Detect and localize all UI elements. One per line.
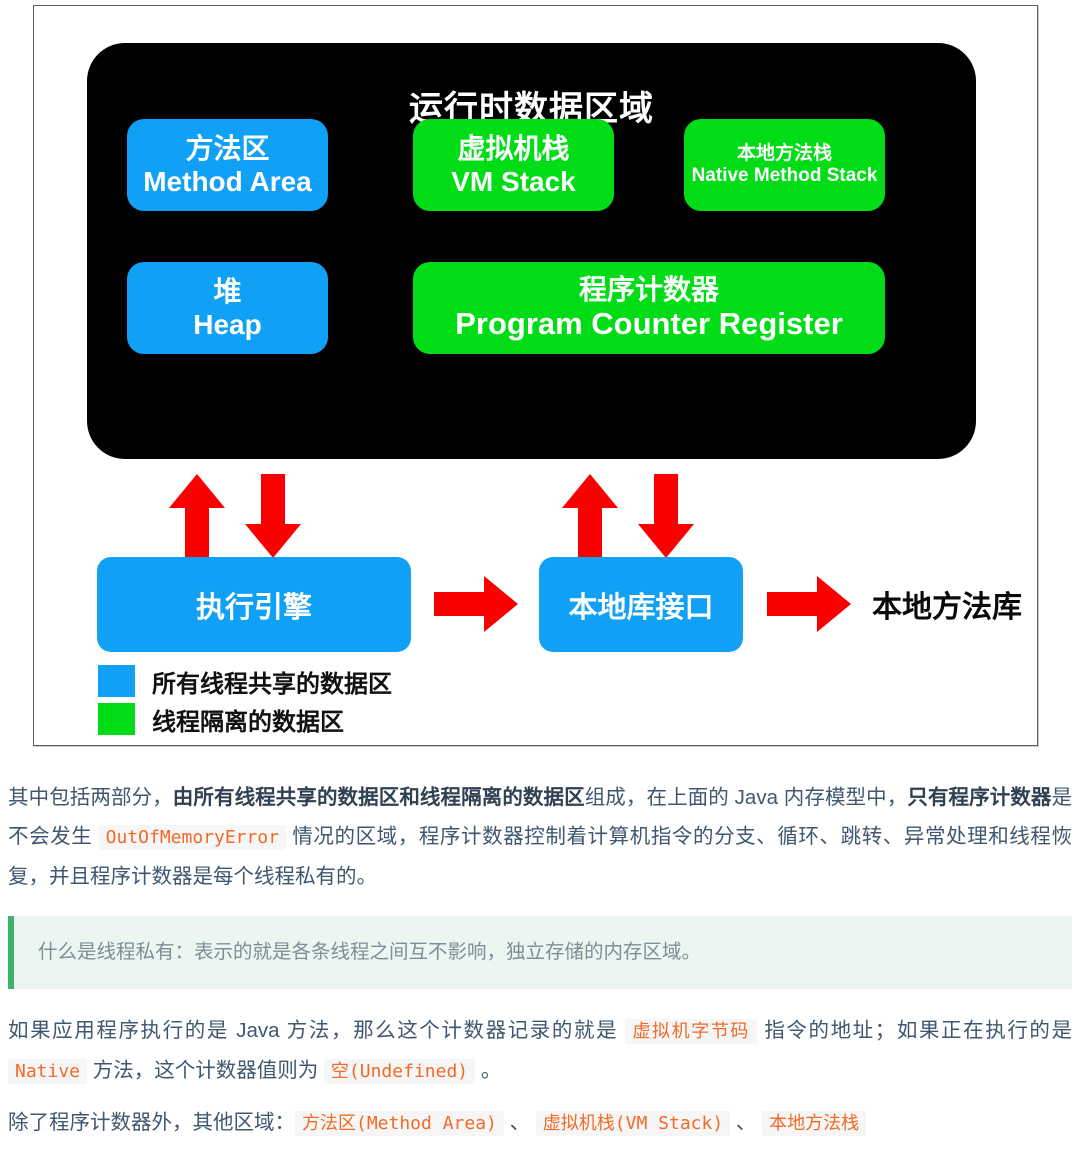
legend-item-shared: 所有线程共享的数据区 (98, 665, 392, 698)
memory-box-method-area: 方法区 Method Area (127, 119, 328, 211)
memory-box-program-counter: 程序计数器 Program Counter Register (413, 262, 885, 354)
legend: 所有线程共享的数据区 线程隔离的数据区 (98, 665, 392, 741)
memory-box-vm-stack-en: VM Stack (451, 166, 576, 197)
memory-box-method-area-en: Method Area (143, 166, 312, 197)
arrow-down-icon (245, 474, 301, 558)
p3-text-2: 、 (503, 1111, 536, 1135)
memory-box-native-method-stack-cn: 本地方法栈 (736, 142, 832, 164)
legend-item-isolated: 线程隔离的数据区 (98, 703, 392, 736)
legend-label-shared: 所有线程共享的数据区 (152, 670, 392, 698)
paragraph-1: 其中包括两部分，由所有线程共享的数据区和线程隔离的数据区组成，在上面的 Java… (8, 778, 1072, 896)
box-native-library-interface: 本地库接口 (539, 557, 743, 652)
diagram-figure: 运行时数据区域 方法区 Method Area 虚拟机栈 VM Stack 本地… (33, 5, 1038, 746)
callout-thread-private: 什么是线程私有：表示的就是各条线程之间互不影响，独立存储的内存区域。 (8, 916, 1072, 990)
arrow-right-icon (767, 576, 851, 632)
p2-text-2: 指令的地址；如果正在执行的是 (757, 1019, 1073, 1043)
article-body: 其中包括两部分，由所有线程共享的数据区和线程隔离的数据区组成，在上面的 Java… (8, 778, 1072, 1155)
code-method-area: 方法区(Method Area) (295, 1111, 504, 1137)
p2-text-4: 。 (475, 1059, 502, 1083)
p3-text-1: 除了程序计数器外，其他区域： (8, 1111, 295, 1135)
legend-swatch-isolated-icon (98, 703, 135, 735)
diagram-canvas: 运行时数据区域 方法区 Method Area 虚拟机栈 VM Stack 本地… (34, 6, 1037, 745)
arrow-up-icon (562, 474, 618, 558)
label-native-method-library: 本地方法库 (872, 591, 1022, 624)
code-native-method-stack: 本地方法栈 (762, 1111, 867, 1137)
arrow-right-icon (434, 576, 518, 632)
memory-box-native-method-stack-en: Native Method Stack (691, 165, 878, 186)
memory-box-heap-en: Heap (193, 309, 262, 340)
arrow-up-icon (169, 474, 225, 558)
p1-bold-1: 由所有线程共享的数据区和线程隔离的数据区 (172, 786, 585, 809)
legend-label-isolated: 线程隔离的数据区 (152, 708, 344, 736)
memory-box-native-method-stack: 本地方法栈 Native Method Stack (684, 119, 885, 211)
memory-box-heap: 堆 Heap (127, 262, 328, 354)
code-bytecode: 虚拟机字节码 (625, 1019, 758, 1045)
paragraph-2: 如果应用程序执行的是 Java 方法，那么这个计数器记录的就是 虚拟机字节码 指… (8, 1011, 1072, 1091)
memory-box-vm-stack-cn: 虚拟机栈 (457, 132, 570, 164)
p3-text-3: 、 (730, 1111, 763, 1135)
memory-box-heap-cn: 堆 (213, 275, 242, 307)
p2-text-3: 方法，这个计数器值则为 (87, 1059, 324, 1083)
arrow-down-icon (638, 474, 694, 558)
p1-bold-2: 只有程序计数器 (907, 786, 1052, 809)
memory-box-vm-stack: 虚拟机栈 VM Stack (413, 119, 614, 211)
runtime-data-area-panel: 运行时数据区域 (87, 43, 976, 459)
legend-swatch-shared-icon (98, 665, 135, 697)
memory-box-method-area-cn: 方法区 (185, 132, 270, 164)
p2-text-1: 如果应用程序执行的是 Java 方法，那么这个计数器记录的就是 (8, 1019, 626, 1043)
code-native: Native (8, 1059, 88, 1085)
memory-box-program-counter-cn: 程序计数器 (578, 274, 719, 306)
code-undefined: 空(Undefined) (323, 1059, 476, 1085)
memory-box-program-counter-en: Program Counter Register (455, 306, 843, 342)
p1-text-1: 其中包括两部分， (8, 786, 173, 809)
p1-text-2: 组成，在上面的 Java 内存模型中， (584, 786, 908, 809)
box-execution-engine: 执行引擎 (97, 557, 411, 652)
code-outofmemoryerror: OutOfMemoryError (98, 825, 287, 850)
paragraph-3: 除了程序计数器外，其他区域： 方法区(Method Area) 、 虚拟机栈(VM… (8, 1103, 1072, 1143)
code-vm-stack: 虚拟机栈(VM Stack) (535, 1111, 731, 1137)
